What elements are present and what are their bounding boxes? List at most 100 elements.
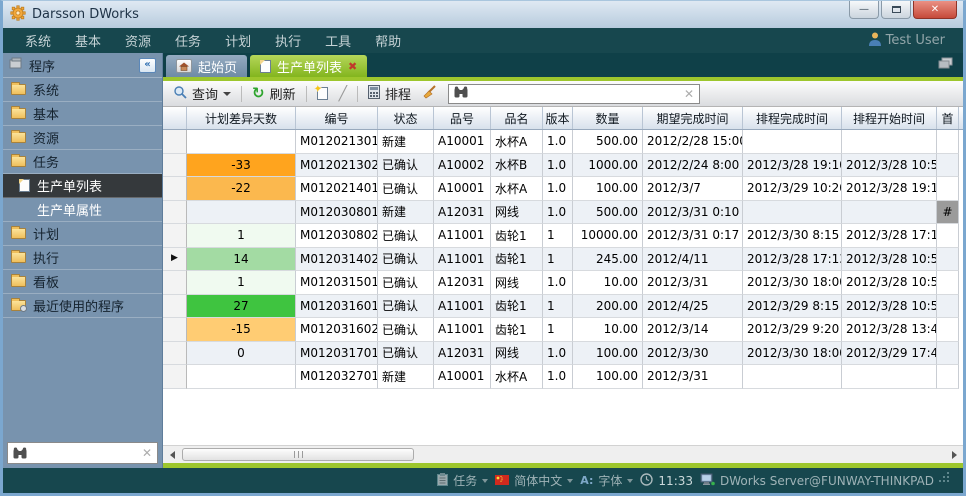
cell-extra[interactable] [937, 318, 959, 342]
window-list-icon[interactable] [938, 54, 953, 73]
cell-qty[interactable]: 100.00 [573, 365, 643, 389]
clean-button[interactable] [418, 83, 441, 105]
cell-status[interactable]: 新建 [378, 201, 434, 225]
menu-item-0[interactable]: 系统 [13, 31, 63, 50]
refresh-button[interactable]: ↻ 刷新 [248, 82, 300, 105]
cell-diff[interactable]: -15 [187, 318, 296, 342]
cell-item[interactable]: A11001 [434, 318, 491, 342]
sidebar-item[interactable]: 任务 [3, 150, 162, 174]
cell-diff[interactable]: -22 [187, 177, 296, 201]
cell-name[interactable]: 网线 [491, 201, 543, 225]
cell-sched_start[interactable]: 2012/3/28 10:52 [842, 248, 937, 272]
sidebar-item[interactable]: 系统 [3, 78, 162, 102]
cell-sched_start[interactable]: 2012/3/28 10:52 [842, 295, 937, 319]
cell-qty[interactable]: 200.00 [573, 295, 643, 319]
cell-expect[interactable]: 2012/3/31 0:10 [643, 201, 743, 225]
cell-expect[interactable]: 2012/3/31 [643, 271, 743, 295]
row-selector-cell[interactable] [163, 177, 187, 201]
row-selector-cell[interactable] [163, 224, 187, 248]
cell-ver[interactable]: 1.0 [543, 342, 573, 366]
table-row[interactable]: M012032701新建A10001水杯A1.0100.002012/3/31 [163, 365, 963, 389]
column-header[interactable]: 品号 [434, 107, 491, 129]
cell-no[interactable]: M012030801 [296, 201, 378, 225]
cell-status[interactable]: 已确认 [378, 224, 434, 248]
table-search-input[interactable] [472, 86, 680, 102]
cell-diff[interactable]: -33 [187, 154, 296, 178]
sidebar-item[interactable]: 生产单属性 [3, 198, 162, 222]
cell-qty[interactable]: 100.00 [573, 177, 643, 201]
cell-qty[interactable]: 245.00 [573, 248, 643, 272]
cell-diff[interactable]: 1 [187, 224, 296, 248]
new-button[interactable]: ✦ [313, 85, 332, 102]
cell-item[interactable]: A12031 [434, 342, 491, 366]
task-dropdown[interactable]: 任务 [437, 472, 488, 489]
cell-name[interactable]: 水杯A [491, 177, 543, 201]
cell-qty[interactable]: 500.00 [573, 201, 643, 225]
cell-extra[interactable] [937, 295, 959, 319]
horizontal-scrollbar[interactable] [163, 445, 963, 463]
sidebar-collapse-button[interactable]: « [139, 58, 156, 73]
cell-sched_start[interactable]: 2012/3/28 10:52 [842, 154, 937, 178]
cell-sched_end[interactable]: 2012/3/28 17:13 [743, 248, 842, 272]
sidebar-item[interactable]: 基本 [3, 102, 162, 126]
cell-sched_end[interactable]: 2012/3/30 8:15 [743, 224, 842, 248]
cell-ver[interactable]: 1.0 [543, 154, 573, 178]
cell-no[interactable]: M012031602 [296, 318, 378, 342]
row-selector-cell[interactable] [163, 365, 187, 389]
row-selector-cell[interactable] [163, 201, 187, 225]
cell-qty[interactable]: 10000.00 [573, 224, 643, 248]
cell-no[interactable]: M012032701 [296, 365, 378, 389]
cell-expect[interactable]: 2012/2/28 15:00 [643, 130, 743, 154]
cell-name[interactable]: 齿轮1 [491, 295, 543, 319]
sidebar-item[interactable]: 执行 [3, 246, 162, 270]
cell-ver[interactable]: 1 [543, 318, 573, 342]
scroll-left-arrow[interactable] [165, 446, 179, 463]
cell-ver[interactable]: 1.0 [543, 271, 573, 295]
cell-sched_start[interactable] [842, 130, 937, 154]
sidebar-item[interactable]: 计划 [3, 222, 162, 246]
cell-status[interactable]: 已确认 [378, 342, 434, 366]
cell-item[interactable]: A10001 [434, 365, 491, 389]
cell-name[interactable]: 齿轮1 [491, 224, 543, 248]
cell-extra[interactable] [937, 365, 959, 389]
cell-no[interactable]: M012031402 [296, 248, 378, 272]
row-selector-cell[interactable]: ▶ [163, 248, 187, 272]
column-header[interactable]: 排程完成时间 [743, 107, 842, 129]
cell-extra[interactable] [937, 271, 959, 295]
table-row[interactable]: -33M012021302已确认A10002水杯B1.01000.002012/… [163, 154, 963, 178]
cell-item[interactable]: A12031 [434, 271, 491, 295]
row-selector-cell[interactable] [163, 342, 187, 366]
cell-expect[interactable]: 2012/3/31 [643, 365, 743, 389]
cell-extra[interactable]: # [937, 201, 959, 225]
cell-sched_start[interactable]: 2012/3/29 17:46 [842, 342, 937, 366]
row-selector-cell[interactable] [163, 295, 187, 319]
cell-expect[interactable]: 2012/4/25 [643, 295, 743, 319]
close-button[interactable]: ✕ [913, 1, 957, 19]
sidebar-item[interactable]: 看板 [3, 270, 162, 294]
row-selector-cell[interactable] [163, 318, 187, 342]
cell-extra[interactable] [937, 342, 959, 366]
cell-diff[interactable]: 14 [187, 248, 296, 272]
cell-sched_end[interactable]: 2012/3/29 10:20 [743, 177, 842, 201]
scrollbar-thumb[interactable] [182, 448, 414, 461]
cell-status[interactable]: 已确认 [378, 318, 434, 342]
cell-sched_end[interactable] [743, 365, 842, 389]
cell-ver[interactable]: 1 [543, 224, 573, 248]
cell-sched_end[interactable] [743, 201, 842, 225]
cell-sched_end[interactable] [743, 130, 842, 154]
cell-item[interactable]: A12031 [434, 201, 491, 225]
column-header[interactable]: 首 [937, 107, 959, 129]
cell-status[interactable]: 已确认 [378, 271, 434, 295]
cell-sched_end[interactable]: 2012/3/29 8:15 [743, 295, 842, 319]
cell-item[interactable]: A11001 [434, 248, 491, 272]
user-box[interactable]: Test User [869, 32, 953, 50]
cell-ver[interactable]: 1 [543, 248, 573, 272]
cell-extra[interactable] [937, 248, 959, 272]
cell-sched_start[interactable]: 2012/3/28 19:10 [842, 177, 937, 201]
sidebar-item[interactable]: 资源 [3, 126, 162, 150]
cell-name[interactable]: 网线 [491, 271, 543, 295]
cell-no[interactable]: M012030802 [296, 224, 378, 248]
cell-extra[interactable] [937, 224, 959, 248]
cell-sched_start[interactable]: 2012/3/28 13:40 [842, 318, 937, 342]
cell-qty[interactable]: 100.00 [573, 342, 643, 366]
